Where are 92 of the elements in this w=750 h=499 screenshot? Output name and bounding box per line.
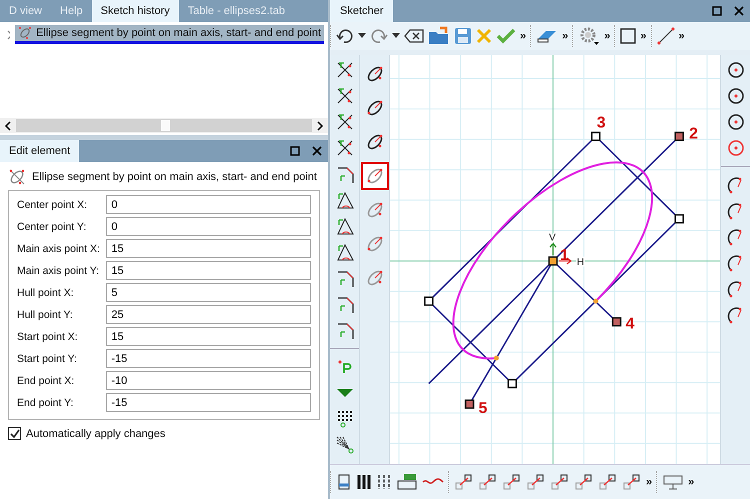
folder-icon[interactable]	[428, 26, 450, 46]
book-icon[interactable]	[336, 473, 352, 491]
overflow-button[interactable]: »	[640, 30, 646, 42]
input-field[interactable]: -15	[106, 349, 311, 368]
field-label: Hull point Y:	[17, 308, 74, 320]
ellipse-segment-icon	[8, 168, 26, 186]
scroll-thumb[interactable]	[161, 120, 170, 131]
ellipse-icon	[364, 64, 384, 84]
input-field[interactable]: -10	[106, 371, 311, 390]
ellipse-icon	[364, 234, 384, 254]
scroll-left-icon[interactable]	[4, 120, 12, 130]
dashed-bars-icon[interactable]	[376, 473, 392, 491]
input-field[interactable]: 5	[106, 283, 311, 302]
maximize-icon[interactable]	[290, 146, 300, 156]
angle-tool-icon[interactable]	[334, 242, 354, 262]
field-label: Center point X:	[17, 198, 88, 210]
ellipse-segment-icon	[18, 26, 32, 40]
panel-tab[interactable]: Sketch history	[92, 0, 179, 22]
line-tool-icon[interactable]	[334, 86, 354, 106]
line-tool-icon[interactable]	[334, 112, 354, 132]
field-label: Main axis point Y:	[17, 264, 100, 276]
point-number: 2	[689, 125, 698, 142]
element-title: Ellipse segment by point on main axis, start- and end point	[32, 171, 317, 183]
point-number: 3	[596, 114, 606, 132]
transform-tool-icon[interactable]	[478, 473, 498, 491]
point-number: 1	[560, 247, 569, 264]
undo-icon[interactable]	[336, 28, 354, 44]
ellipse-icon	[364, 268, 384, 288]
overflow-button[interactable]: »	[562, 30, 568, 42]
input-field[interactable]: 15	[106, 327, 311, 346]
overflow-button[interactable]: »	[678, 30, 685, 42]
overflow-button[interactable]: »	[604, 30, 610, 42]
ray-fan-icon[interactable]	[334, 435, 354, 455]
close-icon[interactable]	[734, 6, 744, 16]
line-icon[interactable]	[656, 27, 674, 45]
field-label: End point Y:	[17, 396, 74, 408]
angle-tool-icon[interactable]	[334, 190, 354, 210]
overflow-button[interactable]: »	[520, 30, 526, 42]
tree-item[interactable]: Ellipse segment by point on main axis, start- and end point	[15, 25, 324, 44]
expand-chevron-icon[interactable]	[6, 30, 10, 40]
input-field[interactable]: 0	[106, 195, 311, 214]
maximize-icon[interactable]	[712, 6, 722, 16]
field-label: Center point Y:	[17, 220, 88, 232]
transform-tool-icon[interactable]	[574, 473, 594, 491]
field-label: End point X:	[17, 374, 76, 386]
transform-tool-icon[interactable]	[502, 473, 522, 491]
monitor-icon[interactable]	[662, 473, 684, 491]
transform-tool-icon[interactable]	[454, 473, 474, 491]
ellipse-icon	[364, 98, 384, 118]
checkmark-icon[interactable]	[496, 28, 516, 44]
input-field[interactable]: 15	[106, 261, 311, 280]
panel-tab[interactable]: Edit element	[0, 140, 80, 162]
field-label: Start point Y:	[17, 352, 78, 364]
checkbox[interactable]	[8, 427, 21, 440]
field-label: Start point X:	[17, 330, 79, 342]
circle-tool-icon[interactable]	[726, 60, 746, 80]
overflow-button[interactable]: »	[646, 476, 652, 488]
caret-icon[interactable]	[392, 33, 400, 39]
input-field[interactable]: 0	[106, 217, 311, 236]
scroll-right-icon[interactable]	[316, 120, 324, 130]
gear-icon[interactable]	[578, 26, 600, 46]
close-icon[interactable]	[312, 146, 322, 156]
point-number: 5	[478, 400, 488, 417]
delete-key-icon[interactable]	[404, 29, 424, 43]
panel-tab[interactable]: Sketcher	[330, 0, 394, 22]
label-tag-icon[interactable]	[396, 473, 418, 491]
input-field[interactable]: 25	[106, 305, 311, 324]
transform-tool-icon[interactable]	[550, 473, 570, 491]
angle-tool-icon[interactable]	[334, 216, 354, 236]
field-label: Hull point X:	[17, 286, 75, 298]
field-label: Main axis point X:	[17, 242, 101, 254]
horizontal-scrollbar[interactable]	[0, 118, 328, 133]
caret-icon[interactable]	[358, 33, 366, 39]
save-icon[interactable]	[454, 27, 472, 45]
square-icon[interactable]	[620, 28, 636, 44]
transform-tool-icon[interactable]	[598, 473, 618, 491]
transform-tool-icon[interactable]	[526, 473, 546, 491]
ellipse-icon	[364, 132, 384, 152]
circle-tool-icon[interactable]	[726, 112, 746, 132]
line-tool-icon[interactable]	[334, 60, 354, 80]
input-field[interactable]: -15	[106, 393, 311, 412]
thick-bars-icon[interactable]	[356, 473, 372, 491]
ellipse-icon	[364, 166, 384, 186]
ellipse-icon	[364, 200, 384, 220]
eraser-icon[interactable]	[536, 29, 558, 43]
point-number: 4	[626, 316, 634, 333]
line-tool-icon[interactable]	[334, 138, 354, 158]
transform-tool-icon[interactable]	[622, 473, 642, 491]
checkbox-label: Automatically apply changes	[26, 428, 166, 440]
input-field[interactable]: 15	[106, 239, 311, 258]
circle-tool-icon[interactable]	[726, 86, 746, 106]
overflow-button[interactable]: »	[688, 476, 694, 488]
